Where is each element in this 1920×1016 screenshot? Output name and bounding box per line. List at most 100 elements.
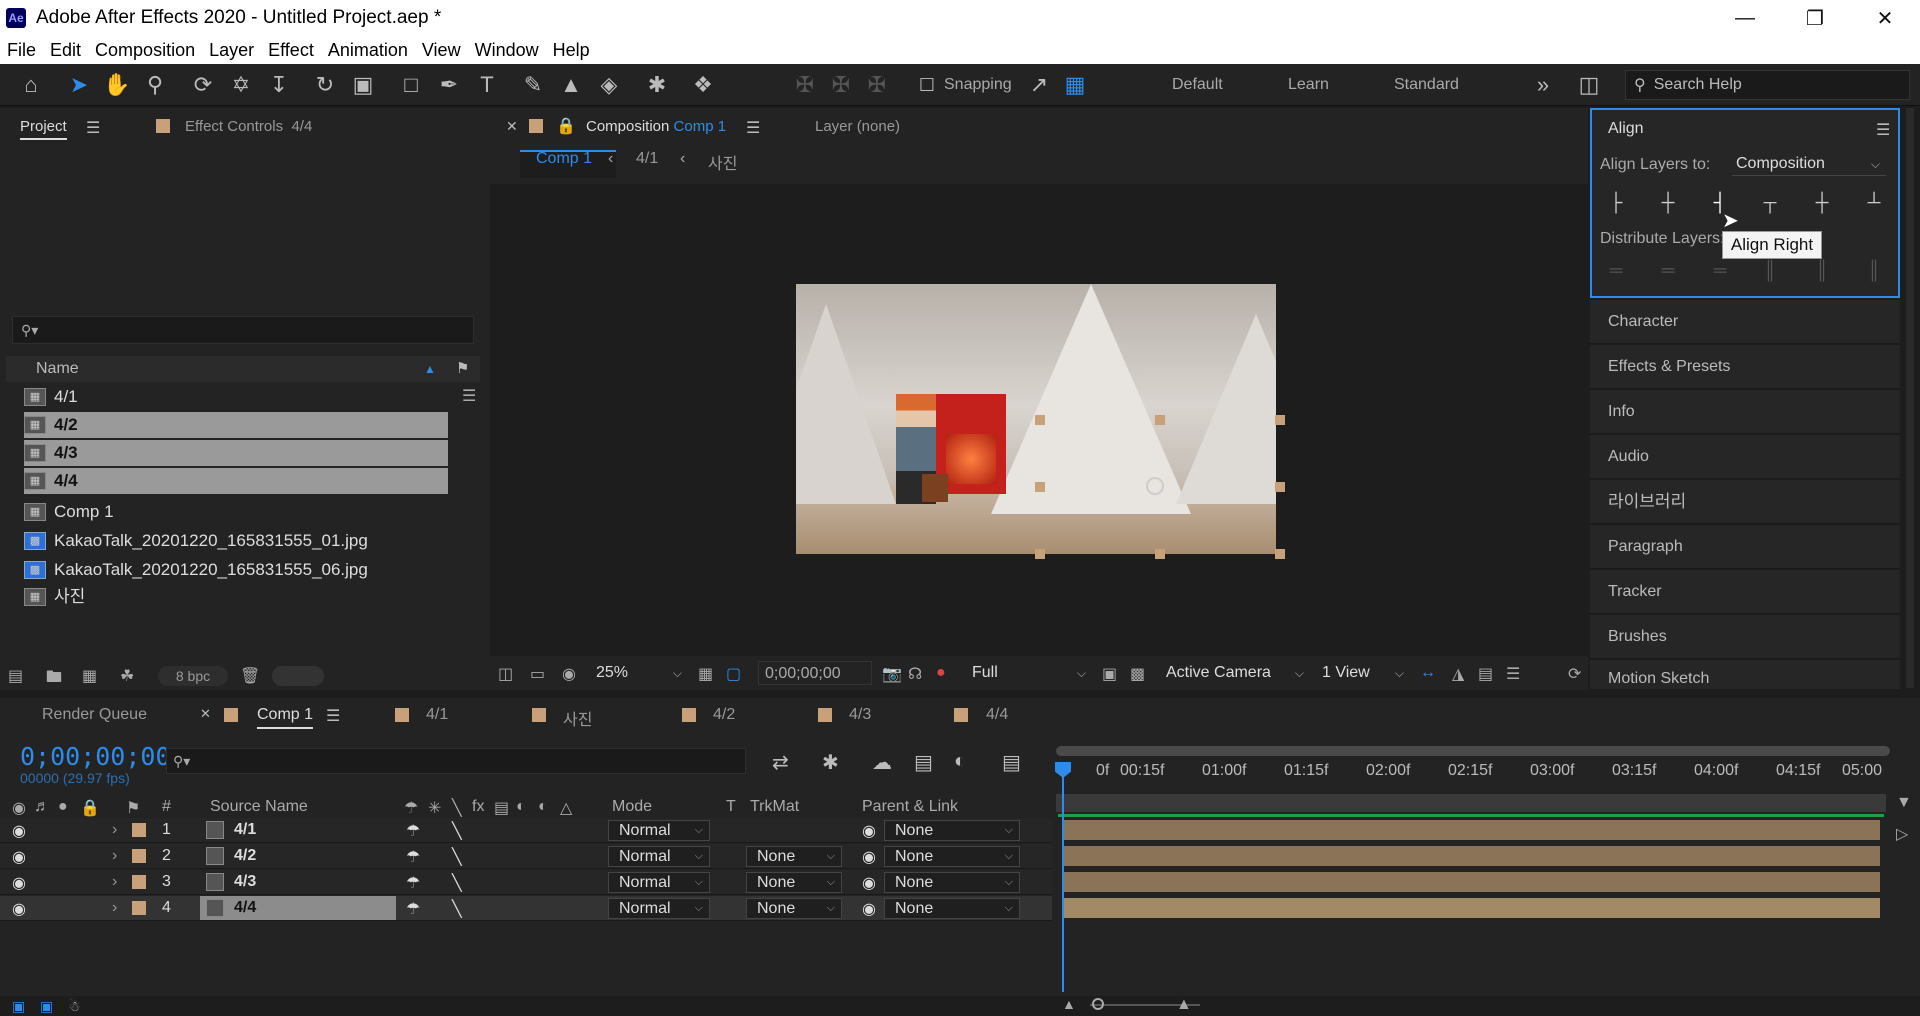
zoom-tool-icon[interactable]: ⚲: [142, 72, 168, 98]
tab-4-4[interactable]: 4/4: [986, 706, 1008, 724]
project-item[interactable]: ▦ 4/3: [24, 440, 448, 466]
quality-icon[interactable]: ╲: [452, 873, 462, 893]
pen-tool-icon[interactable]: ✒: [436, 72, 462, 98]
show-snapshot-icon[interactable]: ☊: [908, 664, 922, 684]
menu-animation[interactable]: Animation: [321, 40, 415, 61]
transform-handle[interactable]: [1155, 415, 1165, 425]
transform-handle[interactable]: [1155, 549, 1165, 559]
toggle-pixel-aspect-icon[interactable]: ↔: [1420, 664, 1436, 682]
expand-chevron-icon[interactable]: ›: [112, 899, 117, 917]
shy-layers-icon[interactable]: ☁: [872, 750, 892, 775]
project-settings-icon[interactable]: ☘: [120, 666, 142, 686]
panel-character[interactable]: Character: [1590, 300, 1900, 344]
transform-handle[interactable]: [1035, 482, 1045, 492]
align-layers-to-dropdown[interactable]: Composition ⌵: [1732, 152, 1886, 176]
eye-icon[interactable]: ◉: [12, 899, 26, 919]
frame-blending-icon[interactable]: ▤: [914, 750, 933, 775]
label-swatch[interactable]: [132, 823, 146, 837]
pick-whip-icon[interactable]: ◉: [862, 899, 876, 919]
layer-row[interactable]: ◉ › 3 4/3 ☂ ╲ Normal ⌵ None ⌵ ◉ None ⌵: [0, 870, 1052, 895]
pick-whip-icon[interactable]: ◉: [862, 873, 876, 893]
3d-switch-icon[interactable]: △: [560, 798, 572, 818]
eye-icon[interactable]: ◉: [12, 873, 26, 893]
timeline-icon[interactable]: ▤: [1478, 664, 1493, 684]
layer-row[interactable]: ◉ › 4 4/4 ☂ ╲ Normal ⌵ None ⌵ ◉ None ⌵: [0, 896, 1052, 921]
trkmat-dropdown[interactable]: None ⌵: [746, 872, 842, 893]
pick-whip-icon[interactable]: ◉: [862, 821, 876, 841]
brush-tool-icon[interactable]: ✎: [520, 72, 546, 98]
panel-motion-sketch[interactable]: Motion Sketch: [1590, 660, 1900, 690]
viewer-timecode[interactable]: 0;00;00;00: [758, 661, 872, 685]
align-horizontal-center-icon[interactable]: ┼: [1654, 188, 1682, 216]
tab-4-1[interactable]: 4/1: [426, 706, 448, 724]
time-navigator-bar[interactable]: [1056, 746, 1890, 756]
align-top-icon[interactable]: ┬: [1756, 188, 1784, 216]
tab-photo[interactable]: 사진: [563, 706, 592, 730]
mode-dropdown[interactable]: Normal ⌵: [608, 872, 710, 893]
label-tag-icon[interactable]: ⚑: [126, 798, 140, 818]
distribute-bottom-icon[interactable]: ═: [1706, 256, 1734, 284]
draft-3d-icon[interactable]: ✱: [822, 750, 839, 775]
pick-whip-icon[interactable]: ◉: [862, 847, 876, 867]
mode-dropdown[interactable]: Normal ⌵: [608, 846, 710, 867]
layer-name[interactable]: 4/3: [234, 873, 256, 891]
distribute-hcenter-icon[interactable]: ║: [1808, 256, 1836, 284]
menu-edit[interactable]: Edit: [43, 40, 88, 61]
panel-brushes[interactable]: Brushes: [1590, 615, 1900, 659]
menu-effect[interactable]: Effect: [261, 40, 321, 61]
collapse-transform-icon[interactable]: ☂: [406, 821, 420, 841]
quality-switch-icon[interactable]: ╲: [452, 798, 462, 818]
zoom-slider-knob[interactable]: [1092, 998, 1104, 1010]
orbit-camera-icon[interactable]: ⟳: [190, 72, 216, 98]
workspace-learn[interactable]: Learn: [1288, 76, 1329, 94]
audio-switch-icon[interactable]: ♬: [34, 798, 50, 816]
views-dropdown[interactable]: 1 View ⌵: [1316, 661, 1408, 685]
label-swatch[interactable]: [132, 849, 146, 863]
align-bottom-icon[interactable]: ┴: [1860, 188, 1888, 216]
current-time-indicator[interactable]: [1062, 762, 1064, 992]
menu-view[interactable]: View: [415, 40, 468, 61]
solo-switch-icon[interactable]: ●: [58, 798, 68, 816]
layer-duration-bar[interactable]: [1064, 846, 1880, 866]
close-tab-icon[interactable]: ✕: [506, 118, 518, 135]
clone-stamp-tool-icon[interactable]: ▲: [558, 72, 584, 98]
quality-icon[interactable]: ╲: [452, 821, 462, 841]
snapping-checkbox[interactable]: ☐: [914, 72, 940, 98]
quality-icon[interactable]: ╲: [452, 899, 462, 919]
timeline-timecode[interactable]: 0;00;00;00: [20, 742, 171, 771]
side-panels-scrollbar[interactable]: [1906, 108, 1914, 688]
sort-ascending-icon[interactable]: ▲: [424, 356, 436, 382]
new-folder-icon[interactable]: 🖿: [46, 666, 68, 686]
tab-layer[interactable]: Layer (none): [815, 118, 900, 135]
distribute-left-icon[interactable]: ║: [1756, 256, 1784, 284]
tab-4-3[interactable]: 4/3: [849, 706, 871, 724]
bit-depth-button[interactable]: 8 bpc: [158, 666, 228, 686]
menu-layer[interactable]: Layer: [202, 40, 261, 61]
distribute-vcenter-icon[interactable]: ═: [1654, 256, 1682, 284]
frame-blend-switch-icon[interactable]: ▤: [494, 798, 509, 818]
parent-dropdown[interactable]: None ⌵: [884, 846, 1020, 867]
effect-switch-icon[interactable]: fx: [472, 798, 484, 816]
tab-render-queue[interactable]: Render Queue: [42, 706, 147, 724]
workspace-default[interactable]: Default: [1172, 76, 1223, 94]
channels-icon[interactable]: ●: [936, 664, 946, 682]
project-item[interactable]: ▦ 사진: [24, 584, 448, 610]
home-icon[interactable]: ⌂: [18, 72, 44, 98]
panel-info[interactable]: Info: [1590, 390, 1900, 434]
timeline-search-input[interactable]: ⚲▾: [166, 748, 746, 774]
mask-visibility-icon[interactable]: ◉: [562, 664, 576, 684]
zoom-out-mountain-icon[interactable]: ▲: [1062, 996, 1076, 1012]
label-tag-icon[interactable]: ⚑: [456, 356, 469, 382]
trkmat-dropdown[interactable]: None ⌵: [746, 846, 842, 867]
transform-handle[interactable]: [1275, 415, 1285, 425]
transform-handle[interactable]: [1275, 482, 1285, 492]
minimize-icon[interactable]: —: [1710, 0, 1780, 36]
bpc-toggle[interactable]: [272, 666, 324, 686]
toggle-modes-icon[interactable]: ▣: [40, 998, 53, 1015]
collapse-transform-icon[interactable]: ☂: [406, 847, 420, 867]
tab-effect-controls[interactable]: Effect Controls 4/4: [185, 118, 312, 135]
eye-icon[interactable]: ◉: [12, 821, 26, 841]
zoom-dropdown[interactable]: 25% ⌵: [590, 661, 686, 685]
mode-dropdown[interactable]: Normal ⌵: [608, 820, 710, 841]
transform-handle[interactable]: [1275, 549, 1285, 559]
